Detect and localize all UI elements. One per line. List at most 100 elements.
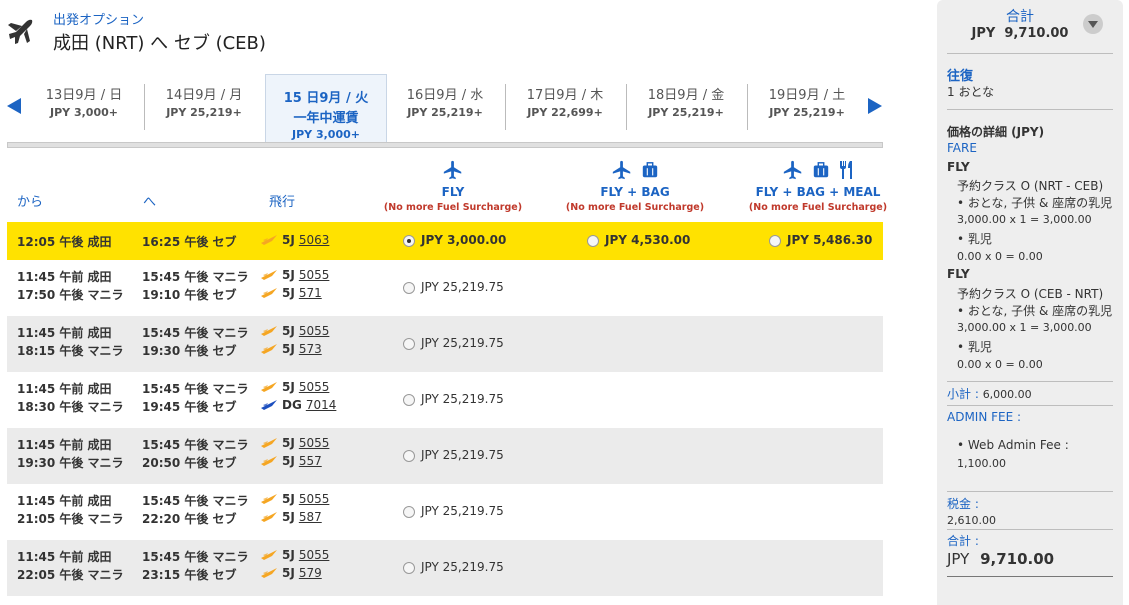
flight-number-link[interactable]: 7014: [306, 398, 337, 412]
baggage-icon: [813, 162, 829, 178]
flight-number-link[interactable]: 5055: [299, 268, 330, 282]
flight-number: 5J 5055: [260, 436, 329, 450]
flight-number-link[interactable]: 5055: [299, 380, 330, 394]
collapse-toggle[interactable]: [1083, 14, 1103, 34]
flight-number-link[interactable]: 5055: [299, 324, 330, 338]
pax-type: • おとな, 子供 & 座席の乳児: [957, 196, 1113, 210]
flight-number: 5J 5063: [260, 233, 329, 247]
flight-number-link[interactable]: 5063: [299, 233, 330, 247]
flight-number-link[interactable]: 573: [299, 342, 322, 356]
flight-row[interactable]: 11:45 午前 成田 22:05 午後 マニラ 15:45 午後 マニラ 23:15…: [7, 540, 883, 596]
fare-price: JPY 25,219.75: [421, 560, 504, 574]
date-tab-19[interactable]: 19日9月 / 土 JPY 25,219+: [747, 84, 867, 130]
date-tab-15-selected[interactable]: 15 日9月 / 火 一年中運賃 JPY 3,000+: [265, 74, 387, 142]
date-tab-17[interactable]: 17日9月 / 木 JPY 22,699+: [505, 84, 625, 130]
flight-number-link[interactable]: 5055: [299, 436, 330, 450]
fare-radio[interactable]: [403, 394, 415, 406]
flight-number: 5J 5055: [260, 380, 329, 394]
admin-fee-value: 1,100.00: [957, 457, 1006, 470]
flight-number: 5J 579: [260, 566, 322, 580]
date-tab-16[interactable]: 16日9月 / 水 JPY 25,219+: [385, 84, 505, 130]
flight-number: 5J 573: [260, 342, 322, 356]
flight-number: 5J 5055: [260, 492, 329, 506]
flight-number-link[interactable]: 579: [299, 566, 322, 580]
divider: [947, 491, 1113, 492]
booking-class: 予約クラス O (NRT - CEB): [957, 179, 1104, 193]
fare-radio[interactable]: [403, 506, 415, 518]
fare-radio[interactable]: [403, 235, 415, 247]
arrival-time: 16:25 午後 セブ: [142, 235, 237, 249]
total-value: JPY 9,710.00: [971, 26, 1069, 41]
fare-name: FLY + BAG + MEAL: [755, 185, 881, 199]
cebu-airline-icon: [261, 512, 277, 522]
prev-date-arrow-icon[interactable]: [7, 98, 21, 114]
flight-number-link[interactable]: 5055: [299, 492, 330, 506]
col-from: から: [17, 195, 44, 210]
date-tab-14[interactable]: 14日9月 / 月 JPY 25,219+: [144, 84, 264, 130]
airplane-icon: [443, 160, 462, 180]
fare-name: FLY: [441, 185, 465, 199]
fare-radio[interactable]: [769, 235, 781, 247]
airline-code: 5J: [282, 436, 295, 450]
arrival-time: 20:50 午後 セブ: [142, 456, 237, 470]
flight-number: 5J 5055: [260, 268, 329, 282]
airplane-logo-icon: [8, 19, 33, 44]
date-tab-18[interactable]: 18日9月 / 金 JPY 25,219+: [626, 84, 746, 130]
flight-list: 12:05 午後 成田 16:25 午後 セブ 5J 5063 JPY 3,000.00…: [7, 222, 883, 596]
flight-number: 5J 587: [260, 510, 322, 524]
flight-row-selected[interactable]: 12:05 午後 成田 16:25 午後 セブ 5J 5063 JPY 3,000.00…: [7, 222, 883, 260]
flight-row[interactable]: 11:45 午前 成田 18:15 午後 マニラ 15:45 午後 マニラ 19:30…: [7, 316, 883, 372]
arrival-time: 23:15 午後 セブ: [142, 568, 237, 582]
departure-time: 18:30 午後 マニラ: [17, 400, 124, 414]
cebu-airline-icon: [261, 235, 277, 245]
arrival-time: 15:45 午後 マニラ: [142, 550, 249, 564]
date-strip-scrollbar[interactable]: [7, 142, 883, 148]
fare-price: JPY 25,219.75: [421, 504, 504, 518]
date-price: JPY 25,219+: [648, 106, 724, 119]
flight-number: 5J 5055: [260, 324, 329, 338]
arrival-time: 15:45 午後 マニラ: [142, 438, 249, 452]
flight-number-link[interactable]: 571: [299, 286, 322, 300]
airline-code: 5J: [282, 342, 295, 356]
date-price: JPY 22,699+: [527, 106, 603, 119]
airline-code: 5J: [282, 492, 295, 506]
flight-row[interactable]: 11:45 午前 成田 19:30 午後 マニラ 15:45 午後 マニラ 20:50…: [7, 428, 883, 484]
fare-radio[interactable]: [587, 235, 599, 247]
pax-type: • 乳児: [957, 340, 992, 354]
arrival-time: 19:10 午後 セブ: [142, 288, 237, 302]
flight-number-link[interactable]: 587: [299, 510, 322, 524]
fare-price: JPY 4,530.00: [605, 233, 691, 247]
flight-number-link[interactable]: 557: [299, 454, 322, 468]
departure-time: 18:15 午後 マニラ: [17, 344, 124, 358]
flight-number: 5J 571: [260, 286, 322, 300]
cebu-airline-icon: [261, 382, 277, 392]
departure-time: 11:45 午前 成田: [17, 494, 112, 508]
fare-radio[interactable]: [403, 282, 415, 294]
date-label: 14日9月 / 月: [165, 88, 243, 103]
fare-radio[interactable]: [403, 338, 415, 350]
col-flight: 飛行: [269, 195, 296, 210]
date-tab-13[interactable]: 13日9月 / 日 JPY 3,000+: [24, 84, 144, 130]
airplane-icon: [783, 160, 802, 180]
departure-time: 19:30 午後 マニラ: [17, 456, 124, 470]
next-date-arrow-icon[interactable]: [868, 98, 882, 114]
date-price: JPY 25,219+: [407, 106, 483, 119]
pax-calc: 3,000.00 x 1 = 3,000.00: [957, 213, 1092, 226]
chevron-down-icon: [1088, 21, 1098, 28]
fare-price: JPY 3,000.00: [421, 233, 507, 247]
flight-number-link[interactable]: 5055: [299, 548, 330, 562]
arrival-time: 19:30 午後 セブ: [142, 344, 237, 358]
airline-code: 5J: [282, 510, 295, 524]
fare-radio[interactable]: [403, 450, 415, 462]
pax-calc: 0.00 x 0 = 0.00: [957, 250, 1043, 263]
flight-row[interactable]: 11:45 午前 成田 21:05 午後 マニラ 15:45 午後 マニラ 22:20…: [7, 484, 883, 540]
pax-calc: 0.00 x 0 = 0.00: [957, 358, 1043, 371]
cebu-airline-icon: [261, 270, 277, 280]
cebu-airline-icon: [261, 438, 277, 448]
flight-row[interactable]: 11:45 午前 成田 17:50 午後 マニラ 15:45 午後 マニラ 19:10…: [7, 260, 883, 316]
admin-fee-label: ADMIN FEE :: [947, 410, 1022, 424]
fare-radio[interactable]: [403, 562, 415, 574]
flight-row[interactable]: 11:45 午前 成田 18:30 午後 マニラ 15:45 午後 マニラ 19:45…: [7, 372, 883, 428]
date-label: 16日9月 / 水: [406, 88, 484, 103]
cebu-airline-icon: [261, 344, 277, 354]
